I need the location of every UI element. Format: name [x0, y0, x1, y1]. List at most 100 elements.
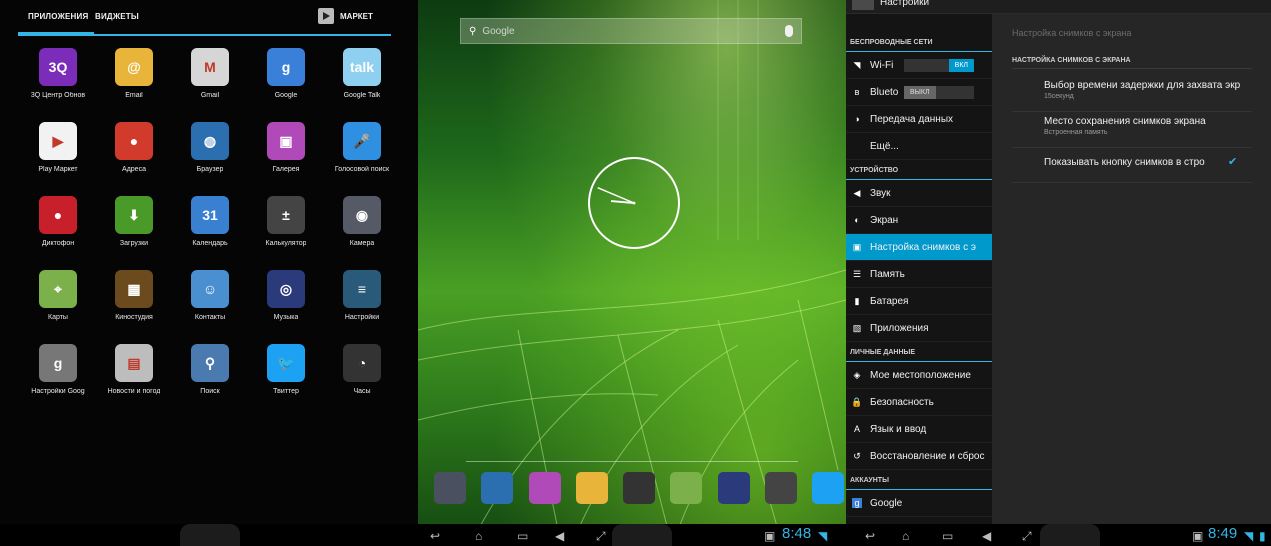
wifi-toggle[interactable]: ВКЛ [904, 59, 974, 72]
show-button-checkbox[interactable]: ✔ [1228, 156, 1240, 168]
google-search-bar[interactable]: ⚲ Google [460, 18, 802, 44]
settings-item-security[interactable]: 🔒 Безопасность [846, 389, 992, 416]
settings-item-wifi[interactable]: ◥ Wi-Fi ВКЛ [846, 52, 992, 79]
browser-icon: ◍ [191, 122, 229, 160]
volume-icon[interactable]: ◀ [555, 529, 564, 543]
settings-item-location[interactable]: ◈ Мое местоположение [846, 362, 992, 389]
apps-label: Приложения [870, 322, 929, 334]
app-gmail[interactable]: M Gmail [172, 44, 248, 118]
app-twitter[interactable]: 🐦 Твиттер [248, 340, 324, 414]
dock-calculator-icon[interactable] [764, 472, 797, 504]
settings-item-screenshot[interactable]: ▣ Настройка снимков с э [846, 234, 992, 261]
google-search-icon: g [267, 48, 305, 86]
app-google-search[interactable]: g Google [248, 44, 324, 118]
tab-widgets[interactable]: ВИДЖЕТЫ [95, 12, 139, 21]
dock-camera-icon[interactable] [434, 472, 466, 504]
app-email[interactable]: @ Email [96, 44, 172, 118]
twitter-icon: 🐦 [267, 344, 305, 382]
nav-shadow [180, 524, 240, 546]
more-label: Ещё... [870, 140, 899, 152]
screenshot-button[interactable] [612, 524, 672, 546]
app-play-market[interactable]: ▶ Play Маркет [20, 118, 96, 192]
app-3q-update[interactable]: 3Q 3Q Центр Обнов [20, 44, 96, 118]
recent-apps-icon[interactable]: ▭ [942, 529, 953, 543]
recent-apps-icon[interactable]: ▭ [517, 529, 528, 543]
app-movie-studio[interactable]: ▦ Киностудия [96, 266, 172, 340]
app-settings[interactable]: ≡ Настройки [324, 266, 400, 340]
app-label: Галерея [272, 166, 300, 173]
settings-icon: ≡ [343, 270, 381, 308]
app-gallery[interactable]: ▣ Галерея [248, 118, 324, 192]
app-downloads[interactable]: ⬇ Загрузки [96, 192, 172, 266]
microphone-icon[interactable] [785, 25, 793, 37]
settings-item-storage[interactable]: ☰ Память [846, 261, 992, 288]
maps-icon: ⌖ [39, 270, 77, 308]
app-calculator[interactable]: ± Калькулятор [248, 192, 324, 266]
settings-item-apps[interactable]: ▧ Приложения [846, 315, 992, 342]
pref-save-location[interactable]: Место сохранения снимков экрана Встроенн… [1044, 116, 1252, 136]
screenshot-settings-pane: Настройка снимков с экрана НАСТРОЙКА СНИ… [992, 14, 1271, 526]
settings-item-more[interactable]: Ещё... [846, 133, 992, 160]
settings-item-display[interactable]: ◐ Экран [846, 207, 992, 234]
pref-capture-delay[interactable]: Выбор времени задержки для захвата экр 1… [1044, 80, 1252, 100]
settings-item-backup[interactable]: ↺ Восстановление и сброс [846, 443, 992, 470]
more-spacer [852, 141, 862, 151]
pref-capture-delay-summary: 15секунд [1044, 93, 1074, 100]
clock-time-right: 8:49 [1208, 525, 1238, 542]
dock-gallery-icon[interactable] [528, 472, 561, 504]
app-google-talk[interactable]: talk Google Talk [324, 44, 400, 118]
dock-twitter-icon[interactable] [812, 472, 844, 504]
sound-icon: ◀ [853, 187, 861, 198]
system-bar: ↩ ⌂ ▭ ◀ ⤢ ▣ 8:48 ◥ ↩ ⌂ ▭ ◀ ⤢ ▣ 8:49 ◥ ▮ [0, 524, 1271, 546]
app-label: 3Q Центр Обнов [30, 92, 86, 99]
app-browser[interactable]: ◍ Браузер [172, 118, 248, 192]
settings-item-google-account[interactable]: g Google [846, 490, 992, 517]
expand-icon[interactable]: ⤢ [1022, 529, 1032, 544]
tab-apps[interactable]: ПРИЛОЖЕНИЯ [17, 12, 95, 35]
market-button[interactable]: МАРКЕТ [318, 6, 373, 26]
battery-status-icon: ▮ [1259, 529, 1266, 543]
volume-icon[interactable]: ◀ [982, 529, 991, 543]
app-calendar[interactable]: 31 Календарь [172, 192, 248, 266]
bluetooth-toggle[interactable]: ВЫКЛ [904, 86, 974, 99]
data-usage-icon: ◑ [854, 114, 860, 124]
back-icon[interactable]: ↩ [430, 529, 440, 543]
app-voice-search[interactable]: 🎤 Голосовой поиск [324, 118, 400, 192]
app-camera[interactable]: ◉ Камера [324, 192, 400, 266]
app-music[interactable]: ◎ Музыка [248, 266, 324, 340]
settings-item-sound[interactable]: ◀ Звук [846, 180, 992, 207]
app-label: Play Маркет [38, 166, 78, 173]
app-places[interactable]: ● Адреса [96, 118, 172, 192]
home-icon[interactable]: ⌂ [902, 529, 909, 543]
pref-show-button[interactable]: Показывать кнопку снимков в стро [1044, 157, 1252, 168]
settings-item-bluetooth[interactable]: ʙ Blueto ВЫКЛ [846, 79, 992, 106]
expand-icon[interactable]: ⤢ [596, 529, 606, 544]
app-maps[interactable]: ⌖ Карты [20, 266, 96, 340]
app-label: Календарь [192, 240, 228, 247]
settings-item-language[interactable]: A Язык и ввод [846, 416, 992, 443]
settings-item-battery[interactable]: ▮ Батарея [846, 288, 992, 315]
dock-maps-icon[interactable] [670, 472, 703, 504]
home-icon[interactable]: ⌂ [475, 529, 482, 543]
app-search[interactable]: ⚲ Поиск [172, 340, 248, 414]
app-label: Адреса [122, 166, 146, 173]
play-market-icon: ▶ [39, 122, 77, 160]
app-contacts[interactable]: ☺ Контакты [172, 266, 248, 340]
app-clock[interactable]: ◔ Часы [324, 340, 400, 414]
dock-music-icon[interactable] [717, 472, 750, 504]
dock-email-icon[interactable] [575, 472, 608, 504]
analog-clock-widget[interactable] [588, 157, 680, 249]
app-recorder[interactable]: ● Диктофон [20, 192, 96, 266]
settings-item-data-usage[interactable]: ◑ Передача данных [846, 106, 992, 133]
app-label: Настройки [344, 314, 380, 321]
dock-browser-icon[interactable] [481, 472, 514, 504]
home-screen: ⚲ Google [418, 0, 846, 530]
app-label: Новости и погод [107, 388, 161, 395]
screenshot-button[interactable] [1040, 524, 1100, 546]
app-news-weather[interactable]: ▤ Новости и погод [96, 340, 172, 414]
apps-icon: ▧ [852, 322, 862, 333]
dock-all-apps-icon[interactable] [623, 472, 655, 504]
gmail-icon: M [191, 48, 229, 86]
back-icon[interactable]: ↩ [865, 529, 875, 543]
app-google-settings[interactable]: g Настройки Goog [20, 340, 96, 414]
